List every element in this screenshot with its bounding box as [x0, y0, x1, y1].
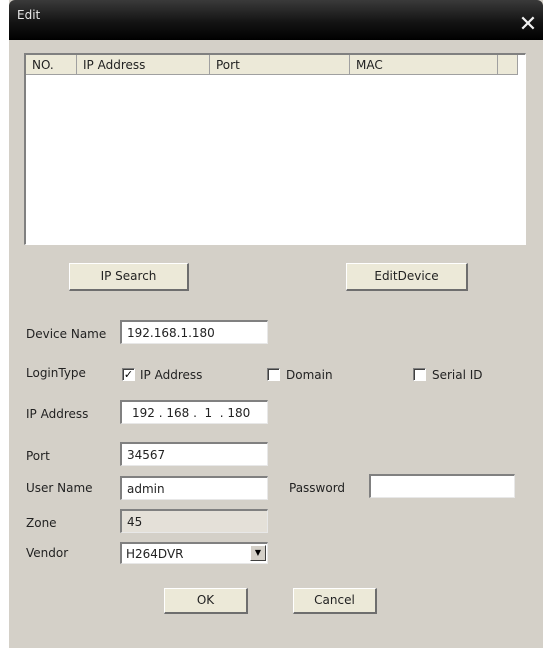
- edit-dialog: Edit ✕ NO. IP Address Port MAC IP Search…: [9, 0, 543, 648]
- device-name-field[interactable]: 192.168.1.180: [120, 320, 268, 344]
- ip-address-checkbox[interactable]: ✓: [122, 368, 135, 381]
- chevron-down-icon[interactable]: ▼: [250, 545, 266, 561]
- domain-option-label: Domain: [286, 368, 333, 382]
- login-type-label: LoginType: [26, 366, 86, 380]
- serial-id-option-label: Serial ID: [432, 368, 483, 382]
- edit-device-button[interactable]: EditDevice: [346, 263, 468, 291]
- zone-field: 45: [120, 509, 268, 533]
- title-bar: Edit ✕: [9, 0, 543, 40]
- password-field[interactable]: [369, 474, 515, 498]
- device-list-header: NO. IP Address Port MAC: [26, 55, 518, 75]
- column-header-filler: [498, 55, 518, 75]
- port-field[interactable]: 34567: [120, 442, 268, 466]
- column-header-no[interactable]: NO.: [26, 55, 77, 75]
- device-list[interactable]: NO. IP Address Port MAC: [24, 53, 526, 245]
- ip-search-button[interactable]: IP Search: [69, 263, 189, 291]
- ip-address-label: IP Address: [26, 407, 89, 421]
- close-icon[interactable]: ✕: [517, 14, 539, 36]
- ip-address-field[interactable]: 192 . 168 . 1 . 180: [120, 400, 268, 424]
- vendor-label: Vendor: [26, 546, 69, 560]
- vendor-select-value: H264DVR: [126, 547, 184, 561]
- cancel-button[interactable]: Cancel: [293, 588, 377, 614]
- ip-address-option-label: IP Address: [140, 368, 203, 382]
- user-name-label: User Name: [26, 481, 93, 495]
- window-title: Edit: [17, 8, 41, 22]
- column-header-port[interactable]: Port: [210, 55, 350, 75]
- domain-checkbox[interactable]: [267, 368, 280, 381]
- column-header-mac[interactable]: MAC: [350, 55, 498, 75]
- zone-label: Zone: [26, 516, 57, 530]
- password-label: Password: [289, 481, 346, 495]
- device-name-label: Device Name: [26, 327, 107, 341]
- user-name-field[interactable]: admin: [120, 476, 268, 500]
- port-label: Port: [26, 449, 50, 463]
- vendor-select[interactable]: H264DVR ▼: [120, 542, 268, 564]
- serial-id-checkbox[interactable]: [413, 368, 426, 381]
- dialog-body: NO. IP Address Port MAC IP Search EditDe…: [9, 40, 543, 648]
- ok-button[interactable]: OK: [164, 588, 248, 614]
- column-header-ip-address[interactable]: IP Address: [77, 55, 210, 75]
